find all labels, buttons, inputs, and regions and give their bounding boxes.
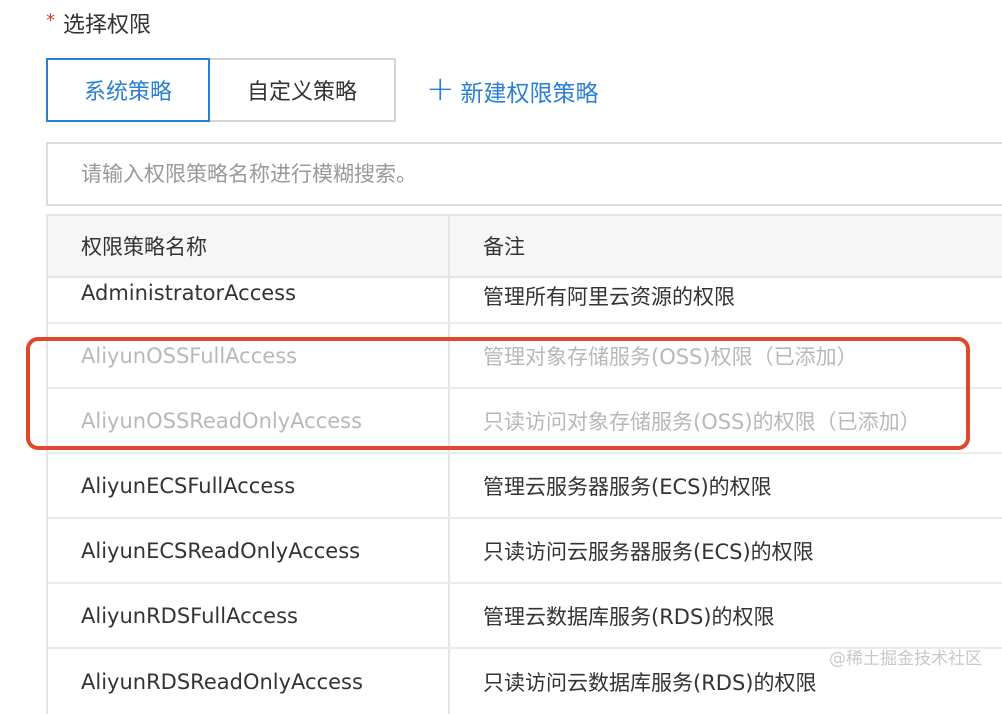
watermark: @稀土掘金技术社区	[829, 649, 982, 669]
field-label-row: * 选择权限	[46, 6, 151, 40]
table-row-disabled: AliyunOSSReadOnlyAccess 只读访问对象存储服务(OSS)的…	[48, 389, 1002, 454]
tab-label: 自定义策略	[246, 80, 357, 105]
table-row-disabled: AliyunOSSFullAccess 管理对象存储服务(OSS)权限（已添加）	[48, 324, 1002, 389]
policy-name: AliyunRDSReadOnlyAccess	[48, 649, 450, 714]
tab-system-policy[interactable]: 系统策略	[46, 58, 210, 122]
policy-table: 权限策略名称 备注 AdministratorAccess 管理所有阿里云资源的…	[46, 214, 1002, 714]
policy-note: 管理云服务器服务(ECS)的权限	[483, 474, 772, 499]
search-input[interactable]	[48, 144, 1002, 204]
tab-label: 系统策略	[83, 80, 172, 105]
tab-custom-policy[interactable]: 自定义策略	[210, 58, 396, 122]
new-policy-label: 新建权限策略	[460, 81, 599, 107]
policy-type-tabs: 系统策略 自定义策略	[46, 58, 396, 122]
column-header-name: 权限策略名称	[48, 216, 450, 276]
policy-note: 管理所有阿里云资源的权限	[483, 285, 735, 309]
policy-name: AliyunECSFullAccess	[48, 454, 450, 517]
policy-note: 只读访问对象存储服务(OSS)的权限（已添加）	[483, 409, 921, 434]
policy-note: 只读访问云服务器服务(ECS)的权限	[483, 539, 814, 564]
table-row[interactable]: AdministratorAccess 管理所有阿里云资源的权限	[48, 278, 1002, 324]
policy-note: 管理对象存储服务(OSS)权限（已添加）	[483, 344, 858, 369]
search-box	[46, 142, 1002, 206]
column-header-note: 备注	[483, 235, 525, 259]
table-header: 权限策略名称 备注	[48, 214, 1002, 278]
policy-name: AliyunOSSFullAccess	[48, 324, 450, 387]
table-row[interactable]: AliyunECSReadOnlyAccess 只读访问云服务器服务(ECS)的…	[48, 519, 1002, 584]
policy-name: AliyunECSReadOnlyAccess	[48, 519, 450, 582]
policy-name: AdministratorAccess	[48, 278, 450, 322]
policy-name: AliyunRDSFullAccess	[48, 584, 450, 647]
required-mark: *	[46, 9, 55, 31]
policy-name: AliyunOSSReadOnlyAccess	[48, 389, 450, 452]
policy-note: 管理云数据库服务(RDS)的权限	[483, 604, 775, 629]
table-row[interactable]: AliyunRDSFullAccess 管理云数据库服务(RDS)的权限	[48, 584, 1002, 649]
new-policy-button[interactable]: + 新建权限策略	[426, 70, 599, 112]
plus-icon: +	[426, 69, 455, 109]
table-row[interactable]: AliyunECSFullAccess 管理云服务器服务(ECS)的权限	[48, 454, 1002, 519]
field-label: 选择权限	[63, 13, 152, 38]
